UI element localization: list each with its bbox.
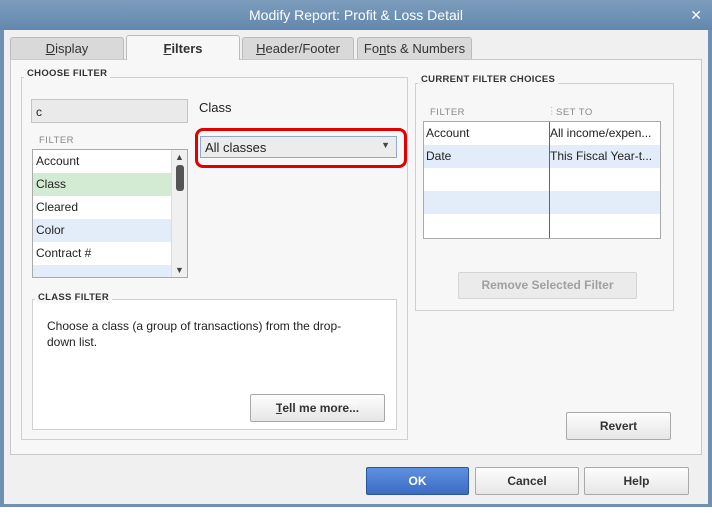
tab-fonts-numbers[interactable]: Fonts & Numbers	[357, 37, 472, 59]
current-filter-table[interactable]: Account All income/expen... Date This Fisc…	[423, 121, 661, 239]
cancel-button[interactable]: Cancel	[475, 467, 579, 495]
tab-label: ilters	[171, 41, 203, 56]
table-row[interactable]	[424, 168, 660, 191]
filter-list[interactable]: Account Class Cleared Color Contract # ▲…	[32, 149, 188, 278]
window-title: Modify Report: Profit & Loss Detail	[249, 7, 463, 23]
list-item[interactable]: Account	[33, 150, 187, 173]
current-filter-title: CURRENT FILTER CHOICES	[418, 74, 559, 85]
filter-list-header: FILTER	[39, 135, 75, 146]
table-row[interactable]	[424, 191, 660, 214]
list-item[interactable]: Color	[33, 219, 187, 242]
ok-button[interactable]: OK	[366, 467, 469, 495]
chevron-down-icon[interactable]: ▼	[381, 140, 390, 150]
remove-selected-filter-button[interactable]: Remove Selected Filter	[458, 272, 637, 299]
filter-search-input[interactable]: c	[31, 99, 188, 123]
column-header-filter: FILTER	[430, 107, 466, 118]
class-field-label: Class	[199, 100, 232, 115]
list-item[interactable]	[33, 265, 187, 277]
tab-display[interactable]: Display	[10, 37, 124, 59]
table-row[interactable]: Account All income/expen...	[424, 122, 660, 145]
cell-filter: Date	[426, 149, 452, 163]
cell-filter: Account	[426, 126, 470, 140]
class-filter-description: Choose a class (a group of transactions)…	[47, 319, 342, 349]
list-item[interactable]: Contract #	[33, 242, 187, 265]
tab-filters[interactable]: Filters	[126, 35, 240, 60]
class-filter-title: CLASS FILTER	[35, 292, 112, 303]
help-button[interactable]: Help	[584, 467, 689, 495]
revert-button[interactable]: Revert	[566, 412, 671, 440]
class-dropdown[interactable]: All classes ▼	[200, 136, 397, 158]
choose-filter-title: CHOOSE FILTER	[24, 68, 111, 79]
tab-label: Fo	[363, 41, 380, 56]
column-header-set-to: SET TO	[556, 107, 593, 118]
tab-header-footer[interactable]: Header/Footer	[242, 37, 354, 59]
cell-set-to: All income/expen...	[550, 126, 652, 140]
scrollbar[interactable]: ▲ ▼	[171, 150, 187, 277]
tab-label-mnemonic: D	[45, 41, 56, 56]
close-icon[interactable]: ✕	[690, 0, 702, 30]
list-item-selected[interactable]: Class	[33, 173, 187, 196]
tab-label: isplay	[55, 41, 89, 56]
tab-label: ts & Numbers	[386, 41, 466, 56]
class-dropdown-value: All classes	[205, 140, 267, 155]
table-row[interactable]: Date This Fiscal Year-t...	[424, 145, 660, 168]
list-item[interactable]: Cleared	[33, 196, 187, 219]
scroll-down-icon[interactable]: ▼	[175, 265, 184, 275]
table-row[interactable]	[424, 214, 660, 237]
button-label: ell me more...	[282, 401, 360, 415]
column-divider	[549, 122, 550, 238]
scroll-thumb[interactable]	[176, 165, 184, 191]
scroll-up-icon[interactable]: ▲	[175, 152, 184, 162]
cell-set-to: This Fiscal Year-t...	[550, 149, 653, 163]
tab-label: eader/Footer	[265, 41, 340, 56]
tell-me-more-button[interactable]: Tell me more...	[250, 394, 385, 422]
title-bar: Modify Report: Profit & Loss Detail	[0, 0, 712, 30]
